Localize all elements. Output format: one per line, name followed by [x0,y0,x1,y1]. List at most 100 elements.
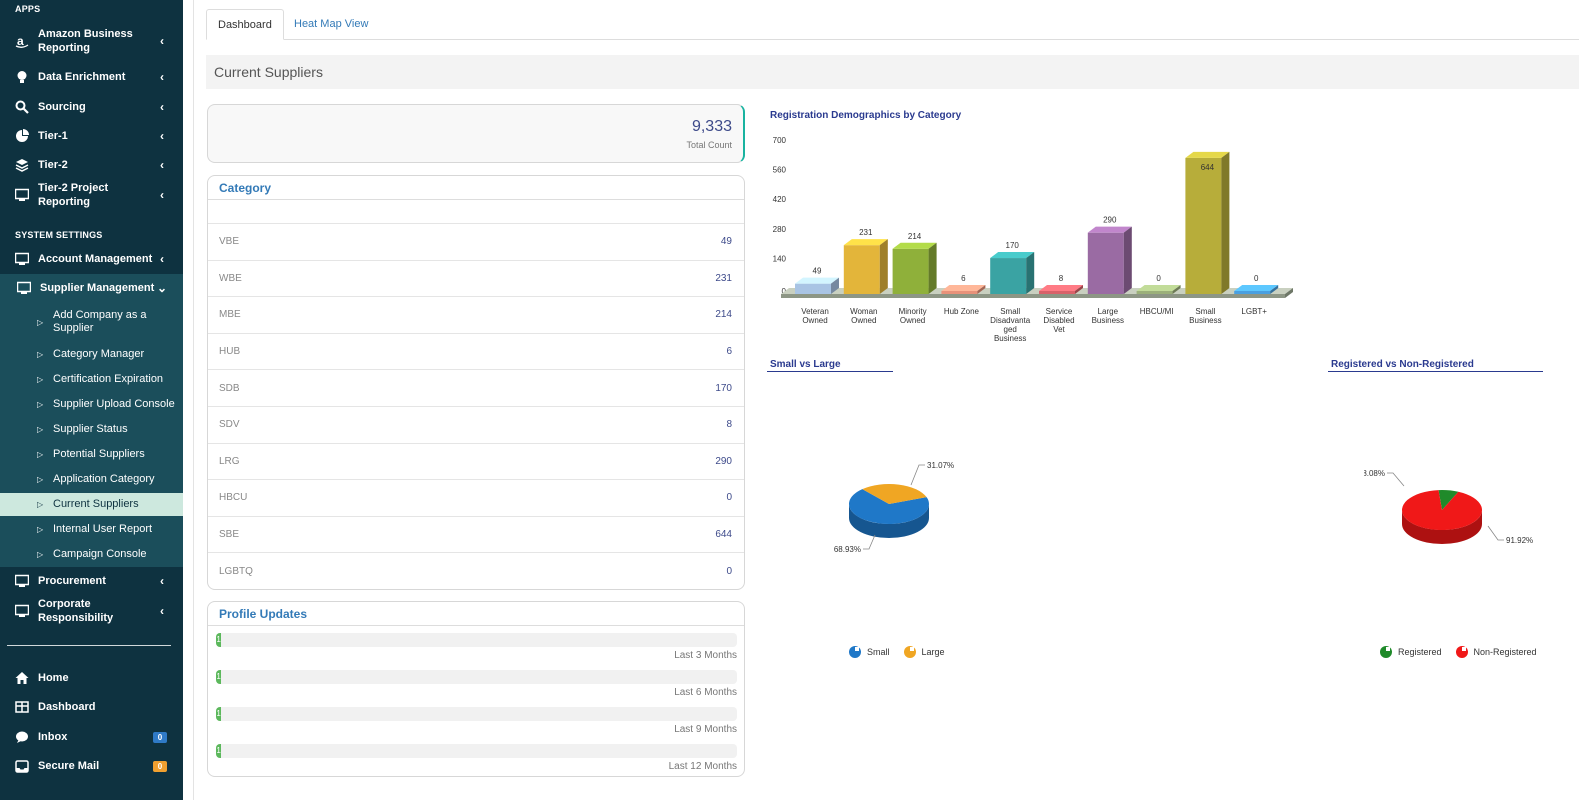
chevron-left-icon: ‹ [160,604,164,618]
sidebar-divider [7,645,171,646]
nav-tier-2-project-reporting[interactable]: Tier-2 Project Reporting ‹ [0,182,183,208]
category-row: MBE 214 [208,297,744,334]
monitor-icon [14,604,30,618]
chevron-left-icon: ‹ [160,188,164,202]
nav-amazon-business-reporting[interactable]: a Amazon Business Reporting ‹ [0,26,183,56]
category-name: SDV [219,419,240,431]
bar-front [1185,157,1222,294]
progress-track: 1 [216,670,737,684]
sub-category-manager[interactable]: ▷ Category Manager [0,346,183,362]
pie-leader-line [1387,472,1405,487]
nav-secure-mail[interactable]: Secure Mail 0 [0,758,183,774]
caret-right-icon: ▷ [37,549,44,559]
sub-label: Add Company as a Supplier [53,309,147,334]
nav-tier-2[interactable]: Tier-2 ‹ [0,157,183,173]
category-name: VBE [219,236,240,248]
x-tick-label: Service [1046,307,1073,316]
caret-right-icon: ▷ [37,424,44,434]
x-tick-label: Large [1098,307,1119,316]
bar-front [990,258,1027,294]
sub-supplier-upload-console[interactable]: ▷ Supplier Upload Console [0,396,183,412]
category-row: LRG 290 [208,444,744,481]
chevron-left-icon: ‹ [160,129,164,143]
pie-legend-icon [849,646,861,658]
registered-underline [1328,371,1543,372]
bar [941,285,986,294]
progress-fill: 1 [216,707,222,721]
profile-update-row: 1 Last 9 Months [216,707,737,744]
nav-corporate-responsibility[interactable]: Corporate Responsibility ‹ [0,598,183,624]
caret-right-icon: ▷ [37,374,44,384]
legend-label: Large [921,647,945,657]
sub-supplier-status[interactable]: ▷ Supplier Status [0,421,183,437]
chat-bubble-icon [15,730,29,744]
small-vs-large-title: Small vs Large [770,359,841,370]
bar [1234,285,1279,294]
nav-label: Procurement [38,575,106,587]
sub-internal-user-report[interactable]: ▷ Internal User Report [0,521,183,537]
y-tick-label: 280 [773,225,787,234]
category-value: 0 [726,492,732,504]
nav-label: Corporate Responsibility [38,598,114,624]
bar [843,239,888,294]
caret-right-icon: ▷ [37,524,44,534]
page-title-bar: Current Suppliers [206,55,1579,89]
x-tick-label: Hub Zone [944,307,980,316]
bar-front [1039,291,1075,294]
nav-home[interactable]: Home [0,670,183,686]
table-icon [15,700,29,714]
legend-label: Small [867,647,890,657]
progress-label: Last 12 Months [668,761,737,772]
small-vs-large-underline [767,371,893,372]
nav-sourcing[interactable]: Sourcing ‹ [0,99,183,115]
nav-dashboard[interactable]: Dashboard [0,699,183,715]
nav-data-enrichment[interactable]: Data Enrichment ‹ [0,69,183,85]
sub-application-category[interactable]: ▷ Application Category [0,471,183,487]
bar-side [928,242,937,294]
category-value: 231 [715,272,732,284]
x-tick-label: ged [1004,325,1017,334]
nav-procurement[interactable]: Procurement ‹ [0,573,183,589]
bar-front [843,245,880,294]
bar-value-label: 6 [961,274,966,283]
category-value: 290 [715,455,732,467]
sub-add-company-as-supplier[interactable]: ▷ Add Company as a Supplier [0,308,183,336]
x-tick-label: LGBT+ [1241,307,1267,316]
category-value: 8 [726,419,732,431]
tab-dashboard[interactable]: Dashboard [206,9,284,40]
category-value: 0 [726,566,732,578]
x-tick-label: HBCU/MI [1140,307,1174,316]
bar-side [879,239,888,294]
nav-label: Data Enrichment [38,71,126,83]
nav-supplier-management[interactable]: Supplier Management ⌄ [0,280,183,296]
x-tick-label: Small [1195,307,1215,316]
bar-front [892,248,929,294]
category-value: 49 [720,236,732,248]
bar-value-label: 290 [1103,216,1117,225]
nav-label: Supplier Management [40,282,155,294]
main-content: Dashboard Heat Map View Current Supplier… [193,0,1579,800]
mail-tray-icon [15,759,29,773]
y-tick-label: 700 [773,136,787,145]
sub-current-suppliers[interactable]: ▷ Current Suppliers [0,493,183,516]
chevron-left-icon: ‹ [160,34,164,48]
sub-campaign-console[interactable]: ▷ Campaign Console [0,546,183,562]
sub-label: Potential Suppliers [53,447,145,460]
nav-inbox[interactable]: Inbox 0 [0,729,183,745]
sub-label: Internal User Report [53,522,153,535]
category-value: 6 [726,346,732,358]
sub-potential-suppliers[interactable]: ▷ Potential Suppliers [0,446,183,462]
monitor-icon [14,188,30,202]
bar-chart-title: Registration Demographics by Category [770,110,962,121]
home-icon [15,671,29,685]
x-tick-label: Disadvanta [990,316,1031,325]
chevron-left-icon: ‹ [160,100,164,114]
category-name: WBE [219,272,242,284]
bar-value-label: 0 [1254,274,1259,283]
tab-heat-map-view[interactable]: Heat Map View [283,9,379,40]
category-value: 644 [715,529,732,541]
bar [1039,285,1083,294]
sub-certification-expiration[interactable]: ▷ Certification Expiration [0,371,183,387]
nav-account-management[interactable]: Account Management ‹ [0,251,183,267]
nav-tier-1[interactable]: Tier-1 ‹ [0,128,183,144]
